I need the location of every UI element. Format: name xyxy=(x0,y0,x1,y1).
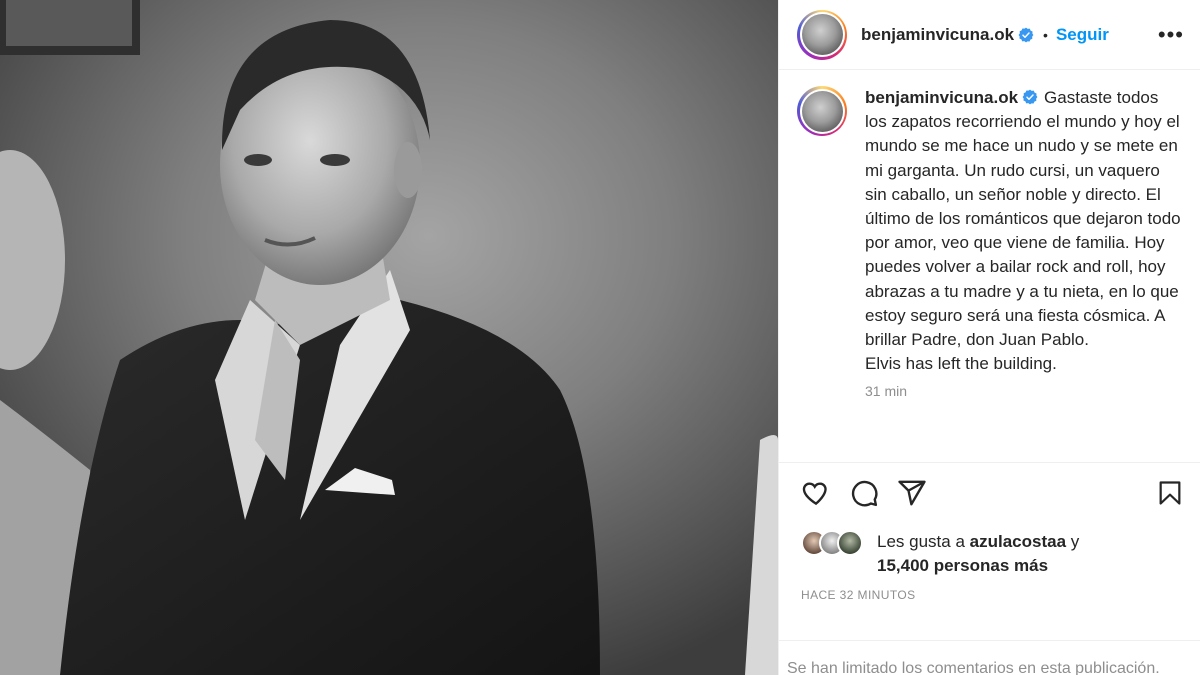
action-bar xyxy=(801,476,1184,510)
comments-limited-notice: Se han limitado los comentarios en esta … xyxy=(787,660,1160,675)
separator-dot: • xyxy=(1043,26,1048,43)
share-icon[interactable] xyxy=(897,478,927,508)
likes-user-link[interactable]: azulacostaa xyxy=(970,532,1066,551)
divider xyxy=(779,462,1200,463)
follow-button[interactable]: Seguir xyxy=(1056,25,1109,45)
caption-block: benjaminvicuna.ok Gastaste todos los zapa… xyxy=(779,70,1200,458)
post-photo[interactable] xyxy=(0,0,778,675)
verified-badge-icon xyxy=(1022,89,1038,105)
liker-avatars[interactable] xyxy=(801,530,867,558)
header-username[interactable]: benjaminvicuna.ok xyxy=(861,25,1014,45)
likes-conj: y xyxy=(1070,532,1080,551)
caption-time[interactable]: 31 min xyxy=(865,383,1183,399)
bookmark-icon[interactable] xyxy=(1156,478,1184,508)
likes-prefix: Les gusta a xyxy=(877,532,965,551)
post-details-panel: benjaminvicuna.ok • Seguir ••• benjaminv… xyxy=(778,0,1200,675)
caption-username[interactable]: benjaminvicuna.ok xyxy=(865,88,1018,107)
post-timestamp[interactable]: HACE 32 MINUTOS xyxy=(801,588,915,602)
likes-text: Les gusta a azulacostaa y 15,400 persona… xyxy=(877,530,1079,578)
more-options-icon[interactable]: ••• xyxy=(1158,23,1184,46)
likes-summary: Les gusta a azulacostaa y 15,400 persona… xyxy=(801,530,1079,578)
caption-avatar[interactable] xyxy=(797,86,847,136)
comment-icon[interactable] xyxy=(849,478,879,508)
likes-count-link[interactable]: 15,400 personas más xyxy=(877,556,1048,575)
post-header: benjaminvicuna.ok • Seguir ••• xyxy=(779,0,1200,70)
heart-icon[interactable] xyxy=(801,478,831,508)
caption-body: Gastaste todos los zapatos recorriendo e… xyxy=(865,88,1181,374)
header-avatar[interactable] xyxy=(797,9,847,60)
divider xyxy=(779,640,1200,641)
caption-text: benjaminvicuna.ok Gastaste todos los zapa… xyxy=(865,86,1183,376)
verified-badge-icon xyxy=(1018,27,1034,42)
photo-illustration xyxy=(0,0,778,675)
